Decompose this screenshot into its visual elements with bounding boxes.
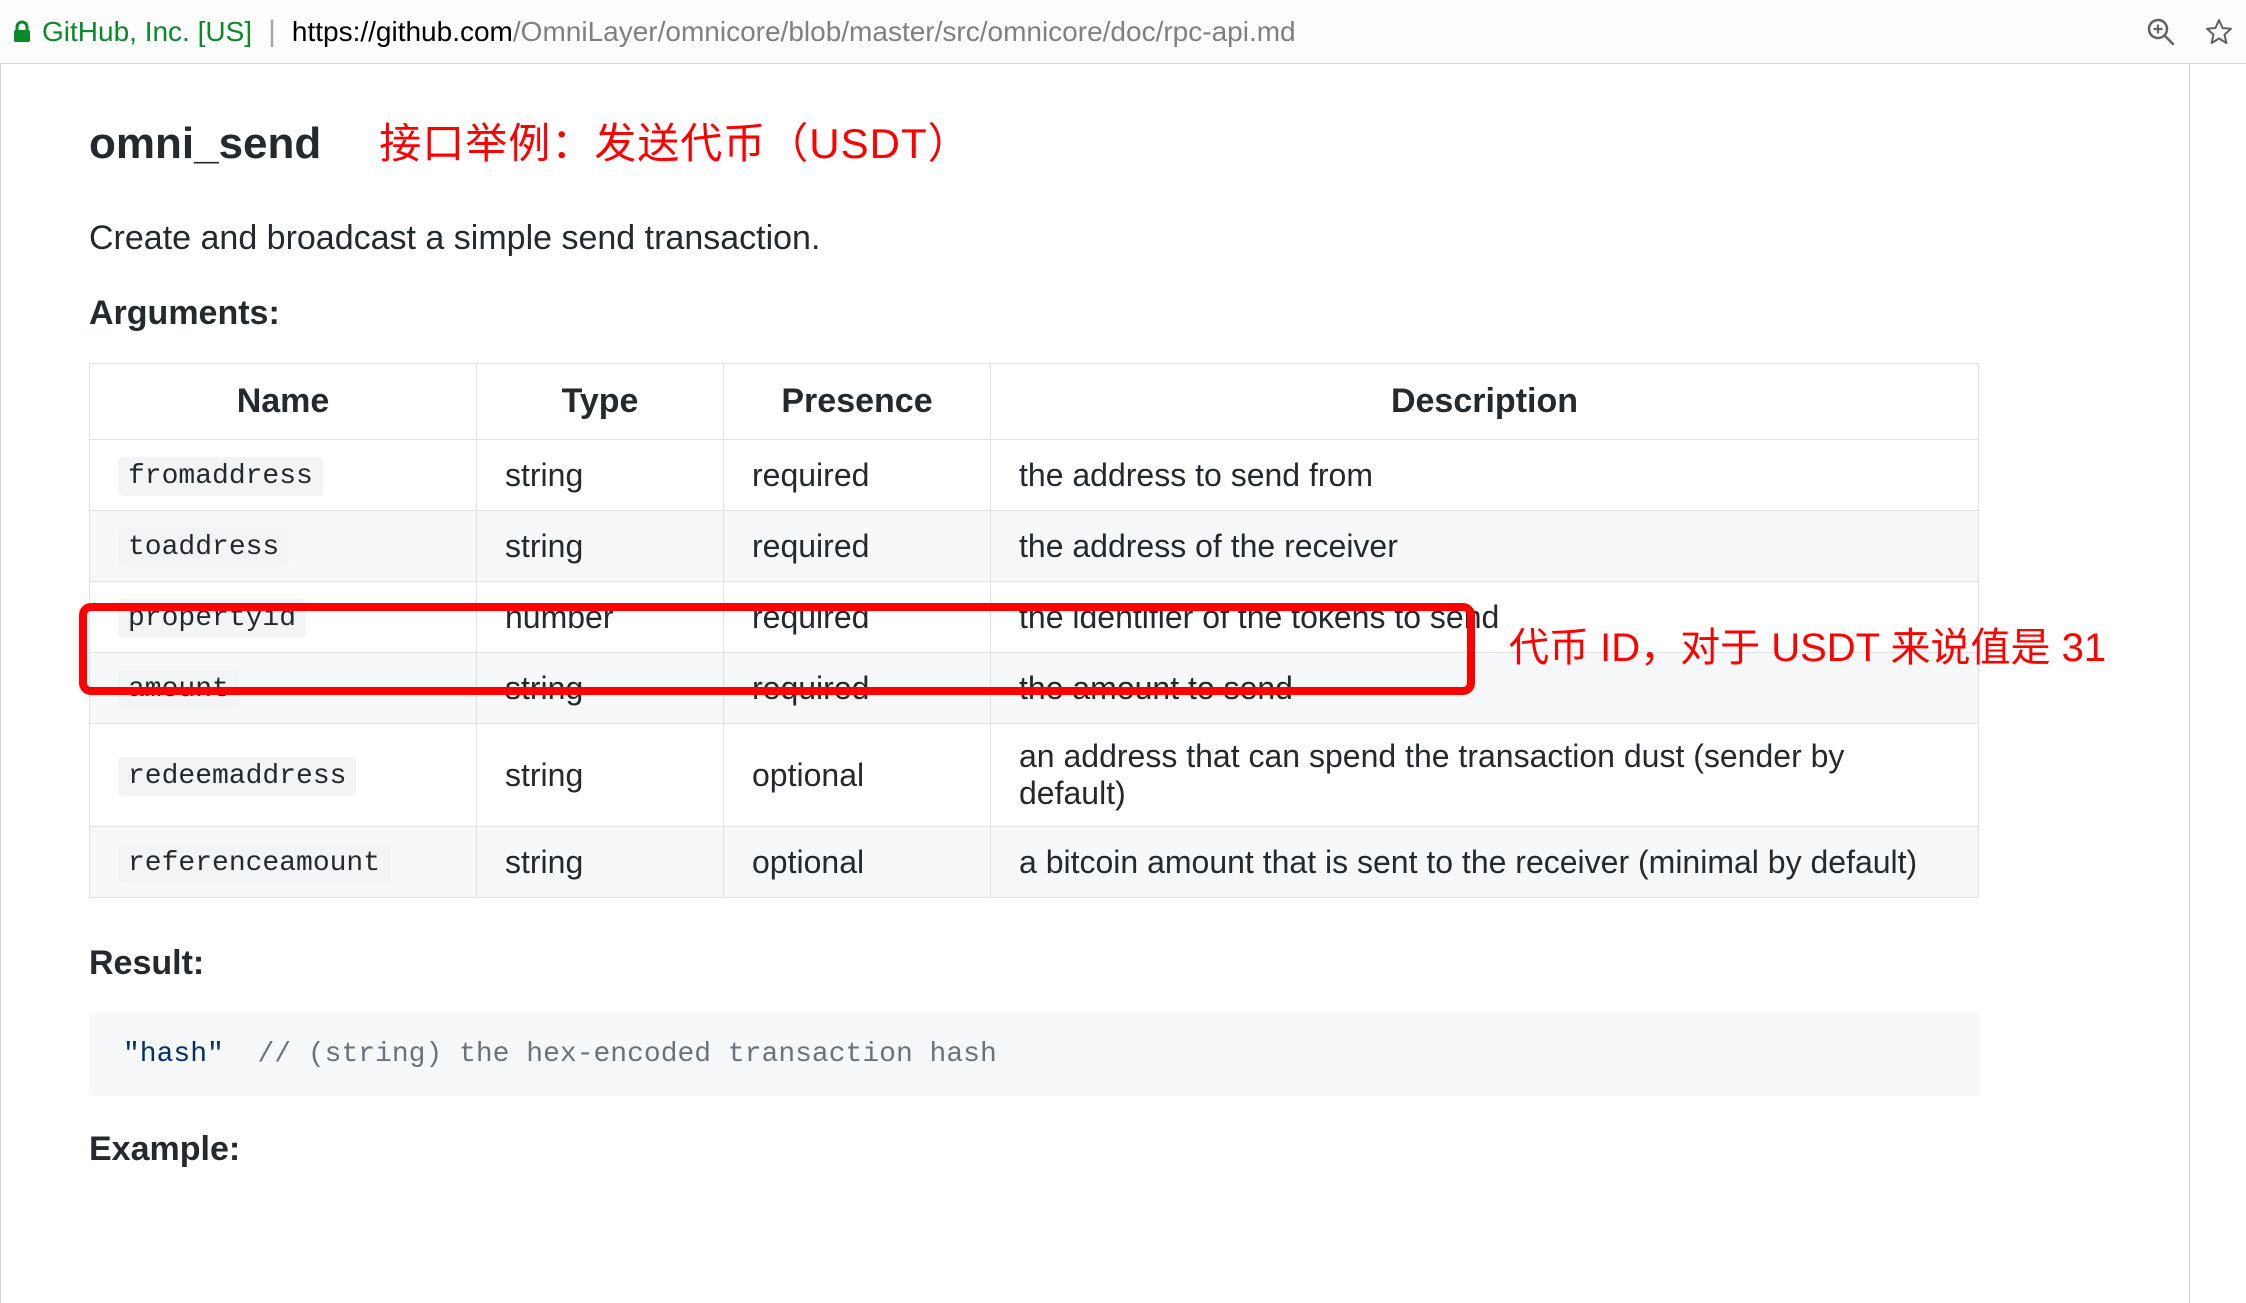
arg-type: string [477, 653, 724, 724]
secure-lock-icon [12, 20, 32, 44]
arg-description: a bitcoin amount that is sent to the rec… [991, 827, 1979, 898]
arg-description: the address to send from [991, 440, 1979, 511]
bookmark-star-icon[interactable] [2204, 17, 2234, 47]
table-row: referenceamount string optional a bitcoi… [90, 827, 1979, 898]
zoom-icon[interactable] [2146, 17, 2176, 47]
col-header-description: Description [991, 364, 1979, 440]
arg-presence: required [724, 582, 991, 653]
arg-description: an address that can spend the transactio… [991, 724, 1979, 827]
col-header-type: Type [477, 364, 724, 440]
arg-name: toaddress [118, 528, 289, 567]
arg-name: propertyid [118, 599, 306, 638]
url-display[interactable]: https://github.com/OmniLayer/omnicore/bl… [292, 16, 1296, 48]
table-row: toaddress string required the address of… [90, 511, 1979, 582]
table-row: fromaddress string required the address … [90, 440, 1979, 511]
arg-presence: required [724, 511, 991, 582]
annotation-heading: 接口举例：发送代币（USDT） [379, 110, 970, 171]
arg-presence: optional [724, 827, 991, 898]
arg-type: number [477, 582, 724, 653]
result-heading: Result: [89, 944, 2129, 983]
arg-description: the address of the receiver [991, 511, 1979, 582]
site-identity-label: GitHub, Inc. [US] [42, 16, 252, 48]
arg-type: string [477, 511, 724, 582]
arg-presence: required [724, 440, 991, 511]
document-content: omni_send 接口举例：发送代币（USDT） Create and bro… [0, 64, 2190, 1303]
browser-address-bar: GitHub, Inc. [US] | https://github.com/O… [0, 0, 2246, 64]
arguments-heading: Arguments: [89, 294, 2129, 333]
col-header-presence: Presence [724, 364, 991, 440]
arg-name: fromaddress [118, 457, 323, 496]
arg-type: string [477, 724, 724, 827]
arg-name: redeemaddress [118, 757, 356, 796]
annotation-highlight-note: 代币 ID，对于 USDT 来说值是 31 [1509, 615, 2106, 673]
arg-name: amount [118, 670, 239, 709]
col-header-name: Name [90, 364, 477, 440]
arg-type: string [477, 440, 724, 511]
table-row: redeemaddress string optional an address… [90, 724, 1979, 827]
arg-type: string [477, 827, 724, 898]
example-heading: Example: [89, 1130, 2129, 1169]
separator: | [262, 15, 282, 49]
table-header-row: Name Type Presence Description [90, 364, 1979, 440]
result-code-block: "hash" // (string) the hex-encoded trans… [89, 1013, 1979, 1096]
api-heading: omni_send [89, 119, 321, 169]
arg-name: referenceamount [118, 844, 390, 883]
arg-presence: required [724, 653, 991, 724]
api-summary: Create and broadcast a simple send trans… [89, 219, 2129, 258]
arg-presence: optional [724, 724, 991, 827]
